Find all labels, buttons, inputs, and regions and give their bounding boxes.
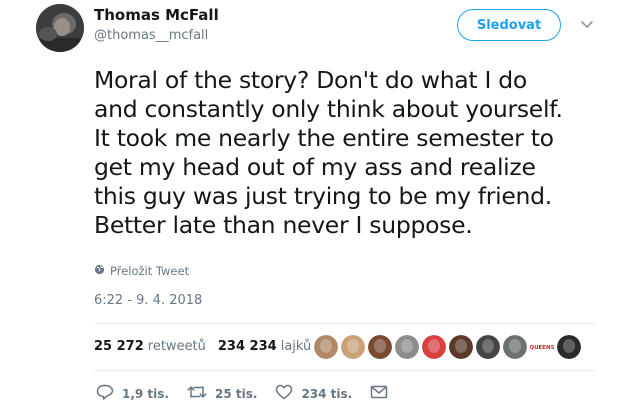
divider [94,323,596,324]
tweet-line: get my head out of my ass and realize [94,153,536,181]
heart-icon [275,384,293,403]
liker-avatar[interactable] [503,335,527,359]
like-action-count: 234 tis. [301,386,353,401]
liker-avatar[interactable] [368,335,392,359]
chevron-down-icon[interactable] [578,17,596,31]
retweet-action-count: 25 tis. [215,386,258,401]
liker-avatars: QUEENS [314,335,581,359]
author-name[interactable]: Thomas McFall [94,6,219,24]
like-count[interactable]: 234 234 [218,339,277,354]
reply-icon [96,384,114,403]
envelope-icon [370,385,388,402]
liker-avatar[interactable] [449,335,473,359]
profile-photo-icon [36,4,84,52]
timestamp[interactable]: 6:22 - 9. 4. 2018 [94,293,202,308]
follow-button[interactable]: Sledovat [457,9,561,41]
author-handle[interactable]: @thomas__mcfall [94,28,208,43]
tweet-line: and constantly only think about yourself… [94,95,563,123]
liker-avatar[interactable] [557,335,581,359]
tweet-line: It took me nearly the entire semester to [94,124,554,152]
liker-avatar[interactable] [476,335,500,359]
liker-avatar[interactable] [341,335,365,359]
tweet-line: this guy was just trying to be my friend… [94,182,552,210]
retweet-count[interactable]: 25 272 [94,339,144,354]
translate-tweet-link[interactable]: Přeložit Tweet [94,264,189,278]
liker-avatar[interactable] [314,335,338,359]
like-label[interactable]: lajků [281,339,312,354]
tweet-text: Moral of the story? Don't do what I do a… [94,66,614,240]
retweet-icon [187,384,207,403]
retweet-label[interactable]: retweetů [148,339,206,354]
globe-icon [94,264,105,278]
svg-text:QUEENS: QUEENS [530,345,554,351]
retweet-button[interactable]: 25 tis. [187,384,257,403]
direct-message-button[interactable] [370,385,388,402]
divider [94,370,596,371]
tweet-line: Better late than never I suppose. [94,211,473,239]
reply-count: 1,9 tis. [122,386,169,401]
liker-avatar[interactable]: QUEENS [530,335,554,359]
liker-avatar[interactable] [422,335,446,359]
translate-label: Přeložit Tweet [110,264,190,278]
like-button[interactable]: 234 tis. [275,384,352,403]
avatar[interactable] [36,4,84,52]
tweet-line: Moral of the story? Don't do what I do [94,66,527,94]
tweet-stats: 25 272 retweetů 234 234 lajků [94,339,311,354]
reply-button[interactable]: 1,9 tis. [96,384,169,403]
tweet-actions: 1,9 tis. 25 tis. 234 tis. [96,384,406,403]
liker-avatar[interactable] [395,335,419,359]
